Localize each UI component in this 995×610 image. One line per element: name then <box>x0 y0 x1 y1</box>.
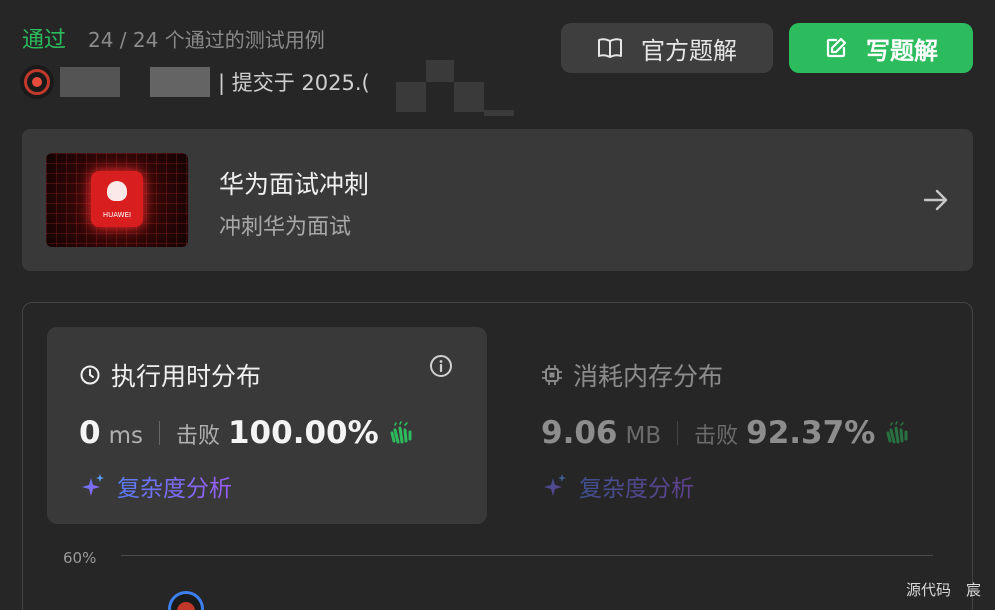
memory-value: 9.06 <box>541 415 618 451</box>
chart-y-tick: 60% <box>63 549 97 567</box>
clap-icon <box>886 421 908 444</box>
clock-icon <box>80 365 100 385</box>
chip-icon <box>542 365 562 385</box>
username-redacted <box>60 67 120 97</box>
memory-complexity-link[interactable]: 复杂度分析 <box>541 469 694 503</box>
chart-user-marker[interactable] <box>168 591 204 610</box>
runtime-card[interactable]: 执行用时分布 0 ms 击败 100.00% 复杂度分析 <box>47 327 487 524</box>
promo-banner[interactable]: HUAWEI 华为面试冲刺 冲刺华为面试 <box>22 129 973 271</box>
memory-beat-value: 92.37% <box>746 415 876 451</box>
testcase-summary: 24 / 24 个通过的测试用例 <box>88 28 325 52</box>
write-solution-label: 写题解 <box>866 36 938 65</box>
footer-tag: 源代码 宸 <box>905 581 981 599</box>
memory-stats: 9.06 MB 击败 92.37% <box>541 415 911 451</box>
runtime-complexity-link[interactable]: 复杂度分析 <box>79 469 232 503</box>
runtime-title: 执行用时分布 <box>79 357 261 393</box>
official-solution-button[interactable]: 官方题解 <box>561 23 773 73</box>
official-solution-label: 官方题解 <box>641 36 737 65</box>
runtime-unit: ms <box>108 423 143 449</box>
info-icon[interactable] <box>429 354 453 378</box>
memory-card[interactable]: 消耗内存分布 9.06 MB 击败 92.37% 复杂度分析 <box>517 327 947 524</box>
write-solution-button[interactable]: 写题解 <box>789 23 973 73</box>
clap-icon <box>390 421 412 444</box>
runtime-value: 0 <box>79 415 101 451</box>
status-passed: 通过 <box>22 28 67 53</box>
book-open-icon <box>598 38 622 58</box>
arrow-right-icon <box>923 189 948 211</box>
runtime-beat-label: 击败 <box>175 424 220 449</box>
memory-unit: MB <box>625 423 662 449</box>
memory-title: 消耗内存分布 <box>541 357 723 393</box>
performance-panel: 执行用时分布 0 ms 击败 100.00% 复杂度分析 消耗内存分布 9.06… <box>22 302 973 610</box>
edit-icon <box>826 37 847 58</box>
sparkle-icon <box>544 474 566 496</box>
submitter-row: | 提交于 2025.( <box>20 64 370 100</box>
redaction-blocks <box>396 60 516 116</box>
promo-subtitle: 冲刺华为面试 <box>219 215 352 240</box>
submit-time: | 提交于 2025.( <box>218 71 370 95</box>
chart-gridline <box>121 555 933 556</box>
huawei-logo: HUAWEI <box>91 171 143 227</box>
runtime-stats: 0 ms 击败 100.00% <box>79 415 415 451</box>
promo-image: HUAWEI <box>46 153 188 247</box>
avatar[interactable] <box>20 65 54 99</box>
promo-title: 华为面试冲刺 <box>219 170 370 199</box>
memory-beat-label: 击败 <box>694 424 739 449</box>
sparkle-icon <box>82 474 104 496</box>
runtime-beat-value: 100.00% <box>227 415 379 451</box>
username-redacted-2 <box>150 67 210 97</box>
